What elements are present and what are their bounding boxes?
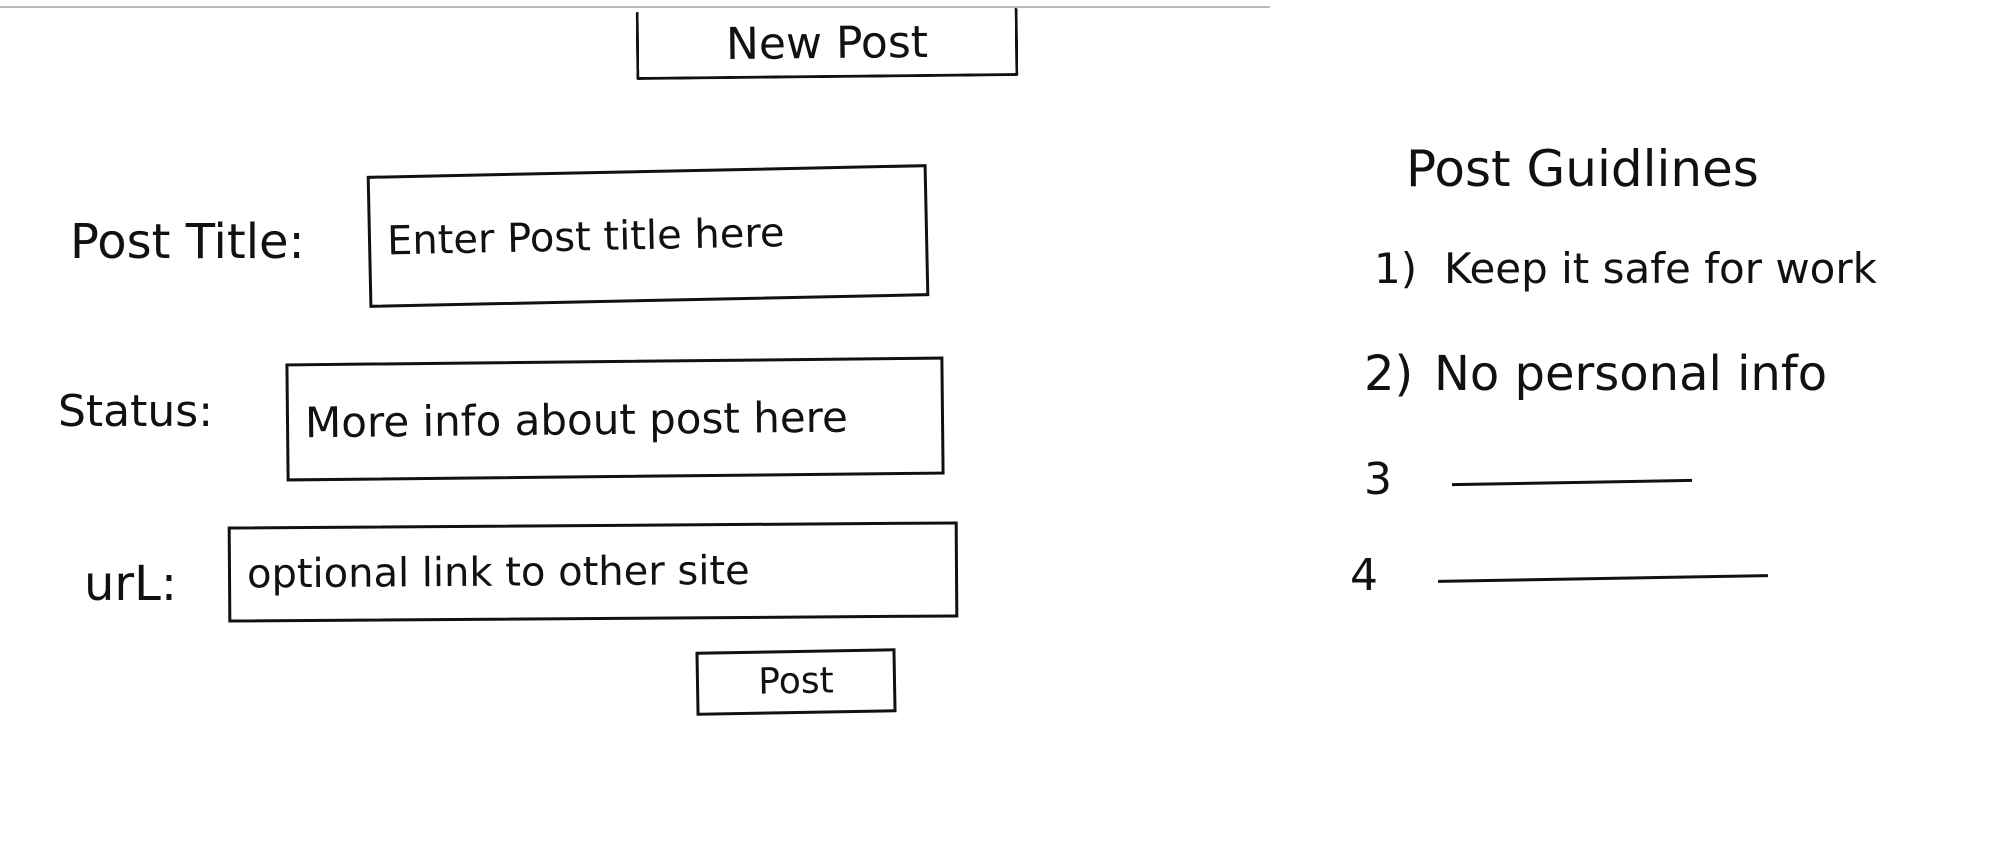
- post-title-input[interactable]: [366, 164, 930, 308]
- url-label: urL:: [84, 556, 178, 612]
- url-input[interactable]: [227, 521, 959, 623]
- guideline-text: Keep it safe for work: [1444, 244, 1877, 293]
- guideline-blank-line: [1451, 478, 1693, 486]
- new-post-button[interactable]: New Post: [635, 8, 1019, 80]
- post-submit-button[interactable]: Post: [695, 648, 897, 716]
- guideline-item: 1) Keep it safe for work: [1374, 244, 1877, 293]
- guideline-number: 4: [1350, 550, 1378, 601]
- guideline-item: 2) No personal info: [1364, 346, 1827, 402]
- guideline-number: 2): [1364, 346, 1414, 402]
- post-title-label: Post Title:: [70, 214, 305, 270]
- guideline-text: No personal info: [1434, 346, 1828, 402]
- guideline-blank-line: [1437, 573, 1769, 583]
- guideline-item: 3: [1364, 454, 1693, 505]
- guideline-number: 3: [1364, 454, 1392, 505]
- status-label: Status:: [58, 386, 214, 437]
- status-input[interactable]: [285, 356, 945, 482]
- guideline-item: 4: [1350, 550, 1769, 601]
- guidelines-title: Post Guidlines: [1406, 140, 1759, 198]
- guideline-number: 1): [1374, 244, 1418, 293]
- page-top-edge: [0, 6, 1270, 8]
